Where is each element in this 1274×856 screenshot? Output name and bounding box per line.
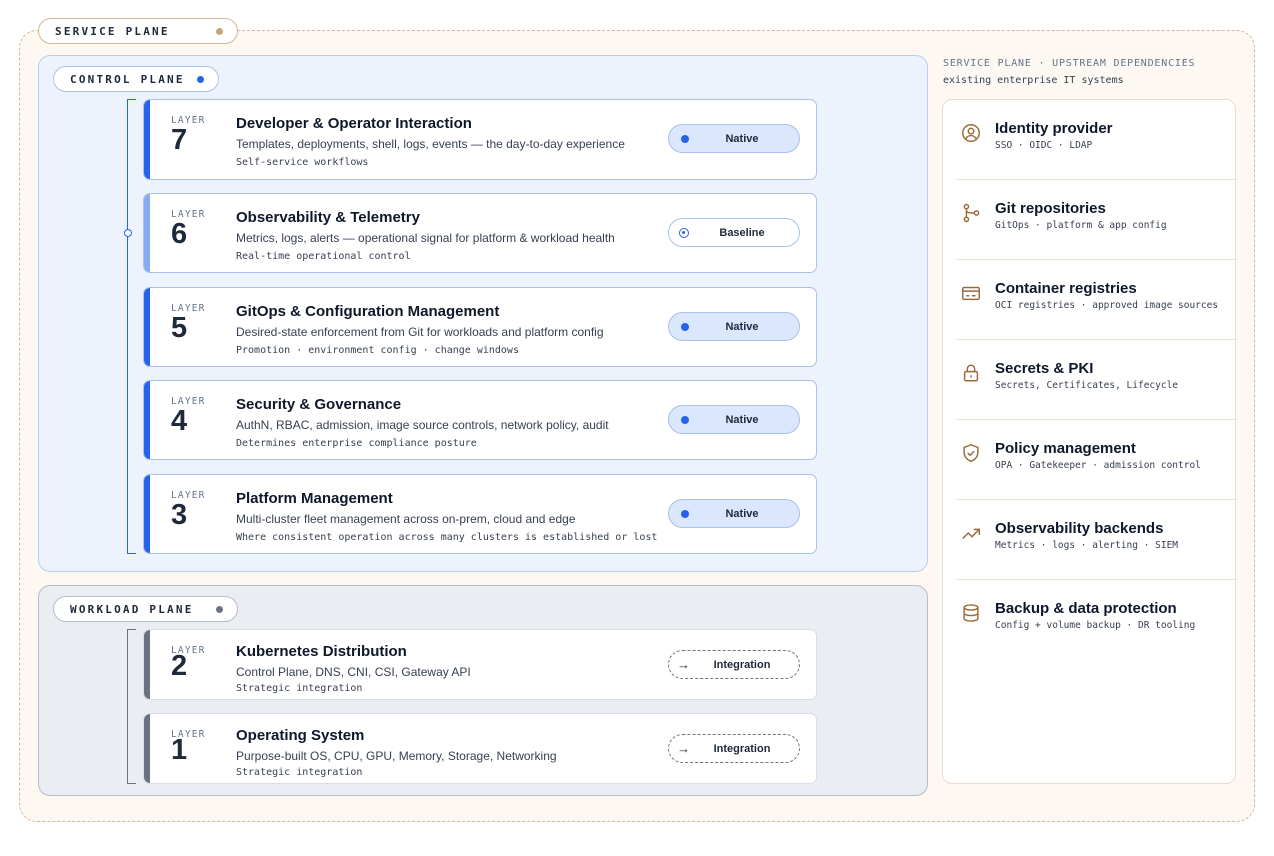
- layer-card-3[interactable]: LAYER 3 Platform Management Multi-cluste…: [143, 474, 817, 554]
- service-plane-dot: [216, 27, 223, 35]
- dependency-details: GitOps · platform & app config: [995, 220, 1167, 231]
- layer-card-5[interactable]: LAYER 5 GitOps & Configuration Managemen…: [143, 287, 817, 367]
- layer-note: Real-time operational control: [236, 251, 411, 262]
- control-plane-tag: CONTROL PLANE: [53, 66, 219, 92]
- status-badge-native: Native: [668, 499, 800, 528]
- layer-card-6[interactable]: LAYER 6 Observability & Telemetry Metric…: [143, 193, 817, 273]
- layer-accent-bar: [144, 630, 150, 699]
- layer-number: 4: [171, 405, 188, 437]
- status-badge-label: Integration: [713, 658, 771, 671]
- dependency-item-registry[interactable]: Container registries OCI registries · ap…: [955, 260, 1235, 340]
- layer-number: 5: [171, 312, 188, 344]
- layer-number: 3: [171, 499, 188, 531]
- status-badge-label: Native: [725, 507, 759, 520]
- dependency-name: Policy management: [995, 440, 1136, 457]
- layer-description: Templates, deployments, shell, logs, eve…: [236, 137, 625, 151]
- status-badge-native: Native: [668, 124, 800, 153]
- layer-note: Strategic integration: [236, 683, 363, 694]
- service-plane-tag: SERVICE PLANE: [38, 18, 238, 44]
- dependency-item-git[interactable]: Git repositories GitOps · platform & app…: [955, 180, 1235, 260]
- dependency-item-observability[interactable]: Observability backends Metrics · logs · …: [955, 500, 1235, 580]
- workload-plane-tag: WORKLOAD PLANE: [53, 596, 238, 622]
- layer-title: Platform Management: [236, 490, 393, 507]
- layer-title: Developer & Operator Interaction: [236, 115, 472, 132]
- workload-plane-label: WORKLOAD PLANE: [70, 602, 194, 616]
- dependency-item-backup[interactable]: Backup & data protection Config + volume…: [955, 580, 1235, 660]
- control-plane-bracket: [127, 99, 136, 554]
- git-icon: [963, 203, 980, 223]
- layer-note: Where consistent operation across many c…: [236, 532, 658, 543]
- layer-number: 2: [171, 650, 188, 682]
- dependency-details: OPA · Gatekeeper · admission control: [995, 460, 1201, 471]
- control-plane-dot: [197, 75, 204, 83]
- layer-description: Multi-cluster fleet management across on…: [236, 512, 576, 526]
- dependency-details: Secrets, Certificates, Lifecycle: [995, 380, 1179, 391]
- status-badge-integration: → Integration: [668, 734, 800, 763]
- layer-accent-bar: [144, 288, 150, 366]
- dependency-details: OCI registries · approved image sources: [995, 300, 1219, 311]
- layer-accent-bar: [144, 714, 150, 783]
- layer-number: 6: [171, 218, 188, 250]
- layer-description: AuthN, RBAC, admission, image source con…: [236, 418, 609, 432]
- layer-card-1[interactable]: LAYER 1 Operating System Purpose-built O…: [143, 713, 817, 784]
- layer-accent-bar: [144, 194, 150, 272]
- dependency-item-secrets[interactable]: Secrets & PKI Secrets, Certificates, Lif…: [955, 340, 1235, 420]
- layer-description: Desired-state enforcement from Git for w…: [236, 325, 604, 339]
- layer-description: Purpose-built OS, CPU, GPU, Memory, Stor…: [236, 749, 557, 763]
- workload-plane-dot: [216, 605, 223, 613]
- status-badge-label: Native: [725, 320, 759, 333]
- layer-accent-bar: [144, 381, 150, 459]
- dependencies-heading: SERVICE PLANE · UPSTREAM DEPENDENCIES: [943, 58, 1196, 69]
- layer-number: 1: [171, 734, 188, 766]
- dependency-details: SSO · OIDC · LDAP: [995, 140, 1093, 151]
- dependency-details: Config + volume backup · DR tooling: [995, 620, 1196, 631]
- layer-description: Control Plane, DNS, CNI, CSI, Gateway AP…: [236, 665, 471, 679]
- layer-card-7[interactable]: LAYER 7 Developer & Operator Interaction…: [143, 99, 817, 180]
- status-badge-native: Native: [668, 405, 800, 434]
- dependency-name: Git repositories: [995, 200, 1106, 217]
- dependency-item-policy[interactable]: Policy management OPA · Gatekeeper · adm…: [955, 420, 1235, 500]
- dependency-details: Metrics · logs · alerting · SIEM: [995, 540, 1179, 551]
- layer-note: Self-service workflows: [236, 157, 369, 168]
- dependencies-panel: Identity provider SSO · OIDC · LDAP Git …: [942, 99, 1236, 784]
- status-badge-label: Native: [725, 132, 759, 145]
- service-plane-label: SERVICE PLANE: [55, 24, 170, 38]
- layer-card-4[interactable]: LAYER 4 Security & Governance AuthN, RBA…: [143, 380, 817, 460]
- lock-icon: [963, 364, 979, 382]
- dependency-name: Observability backends: [995, 520, 1164, 537]
- layer-accent-bar: [144, 100, 150, 179]
- status-badge-label: Native: [725, 413, 759, 426]
- layer-title: GitOps & Configuration Management: [236, 303, 500, 320]
- layer-title: Security & Governance: [236, 396, 402, 413]
- layer-title: Kubernetes Distribution: [236, 643, 407, 660]
- status-badge-native: Native: [668, 312, 800, 341]
- layer-note: Strategic integration: [236, 767, 363, 778]
- control-plane-bracket-node: [124, 229, 132, 237]
- registry-icon: [962, 286, 980, 301]
- workload-plane-bracket: [127, 629, 136, 784]
- layer-description: Metrics, logs, alerts — operational sign…: [236, 231, 615, 245]
- layer-title: Observability & Telemetry: [236, 209, 420, 226]
- status-badge-integration: → Integration: [668, 650, 800, 679]
- layer-card-2[interactable]: LAYER 2 Kubernetes Distribution Control …: [143, 629, 817, 700]
- layer-number: 7: [171, 124, 188, 156]
- status-badge-label: Integration: [713, 742, 771, 755]
- dependency-name: Identity provider: [995, 120, 1113, 137]
- trend-up-icon: [962, 528, 980, 540]
- dependency-name: Backup & data protection: [995, 600, 1177, 617]
- layer-accent-bar: [144, 475, 150, 553]
- database-icon: [963, 604, 979, 622]
- dependencies-subheading: existing enterprise IT systems: [943, 75, 1124, 86]
- status-badge-baseline: Baseline: [668, 218, 800, 247]
- dependency-name: Container registries: [995, 280, 1137, 297]
- layer-note: Determines enterprise compliance posture: [236, 438, 477, 449]
- status-badge-label: Baseline: [719, 226, 765, 239]
- dependency-item-identity[interactable]: Identity provider SSO · OIDC · LDAP: [955, 100, 1235, 180]
- identity-icon: [962, 124, 980, 142]
- layer-note: Promotion · environment config · change …: [236, 345, 519, 356]
- dependency-name: Secrets & PKI: [995, 360, 1094, 377]
- control-plane-label: CONTROL PLANE: [70, 72, 185, 86]
- layer-title: Operating System: [236, 727, 365, 744]
- shield-check-icon: [963, 443, 979, 463]
